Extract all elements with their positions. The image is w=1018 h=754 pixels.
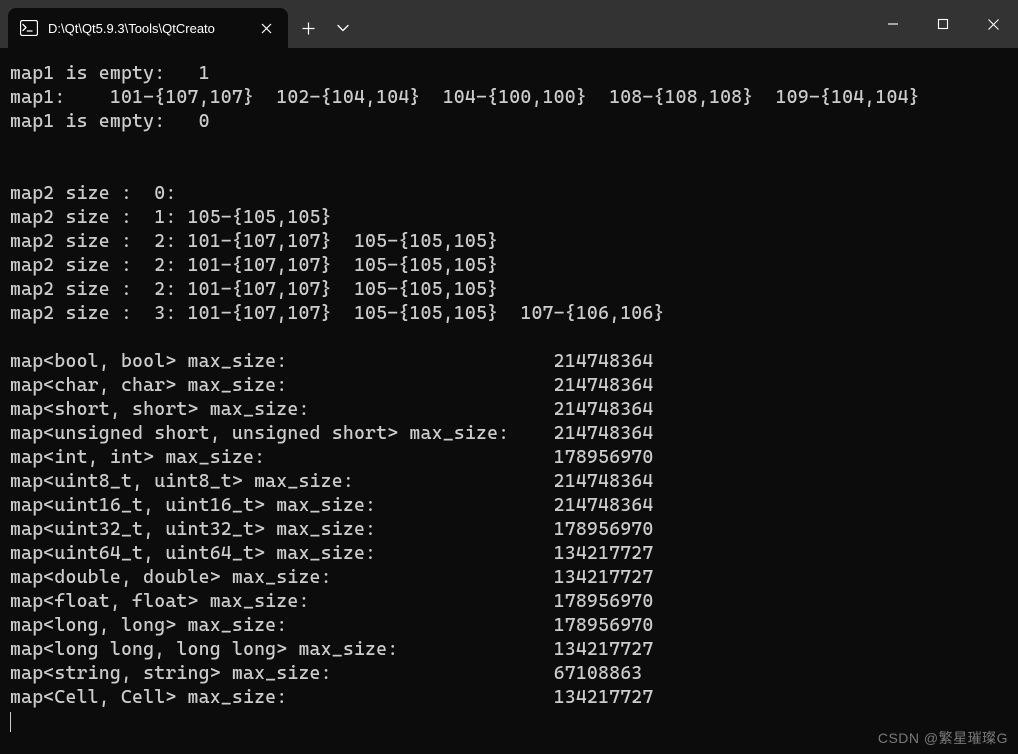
terminal-icon: [20, 20, 38, 36]
minimize-icon: [887, 18, 899, 30]
close-window-button[interactable]: [968, 0, 1018, 48]
maximize-button[interactable]: [918, 0, 968, 48]
minimize-button[interactable]: [868, 0, 918, 48]
terminal-cursor: [10, 712, 11, 732]
window-titlebar: D:\Qt\Qt5.9.3\Tools\QtCreato: [0, 0, 1018, 48]
window-controls: [868, 0, 1018, 48]
watermark: CSDN @繁星璀璨G: [878, 728, 1008, 748]
tab-title: D:\Qt\Qt5.9.3\Tools\QtCreato: [48, 21, 246, 36]
chevron-down-icon: [337, 24, 349, 32]
close-icon: [261, 23, 272, 34]
plus-icon: [302, 22, 315, 35]
close-icon: [987, 18, 1000, 31]
tab-close-button[interactable]: [256, 18, 276, 38]
terminal-tab[interactable]: D:\Qt\Qt5.9.3\Tools\QtCreato: [8, 8, 288, 48]
tab-dropdown-button[interactable]: [326, 8, 360, 48]
maximize-icon: [937, 18, 949, 30]
terminal-output[interactable]: map1 is empty: 1 map1: 101-{107,107} 102…: [0, 48, 1018, 748]
new-tab-button[interactable]: [290, 8, 326, 48]
